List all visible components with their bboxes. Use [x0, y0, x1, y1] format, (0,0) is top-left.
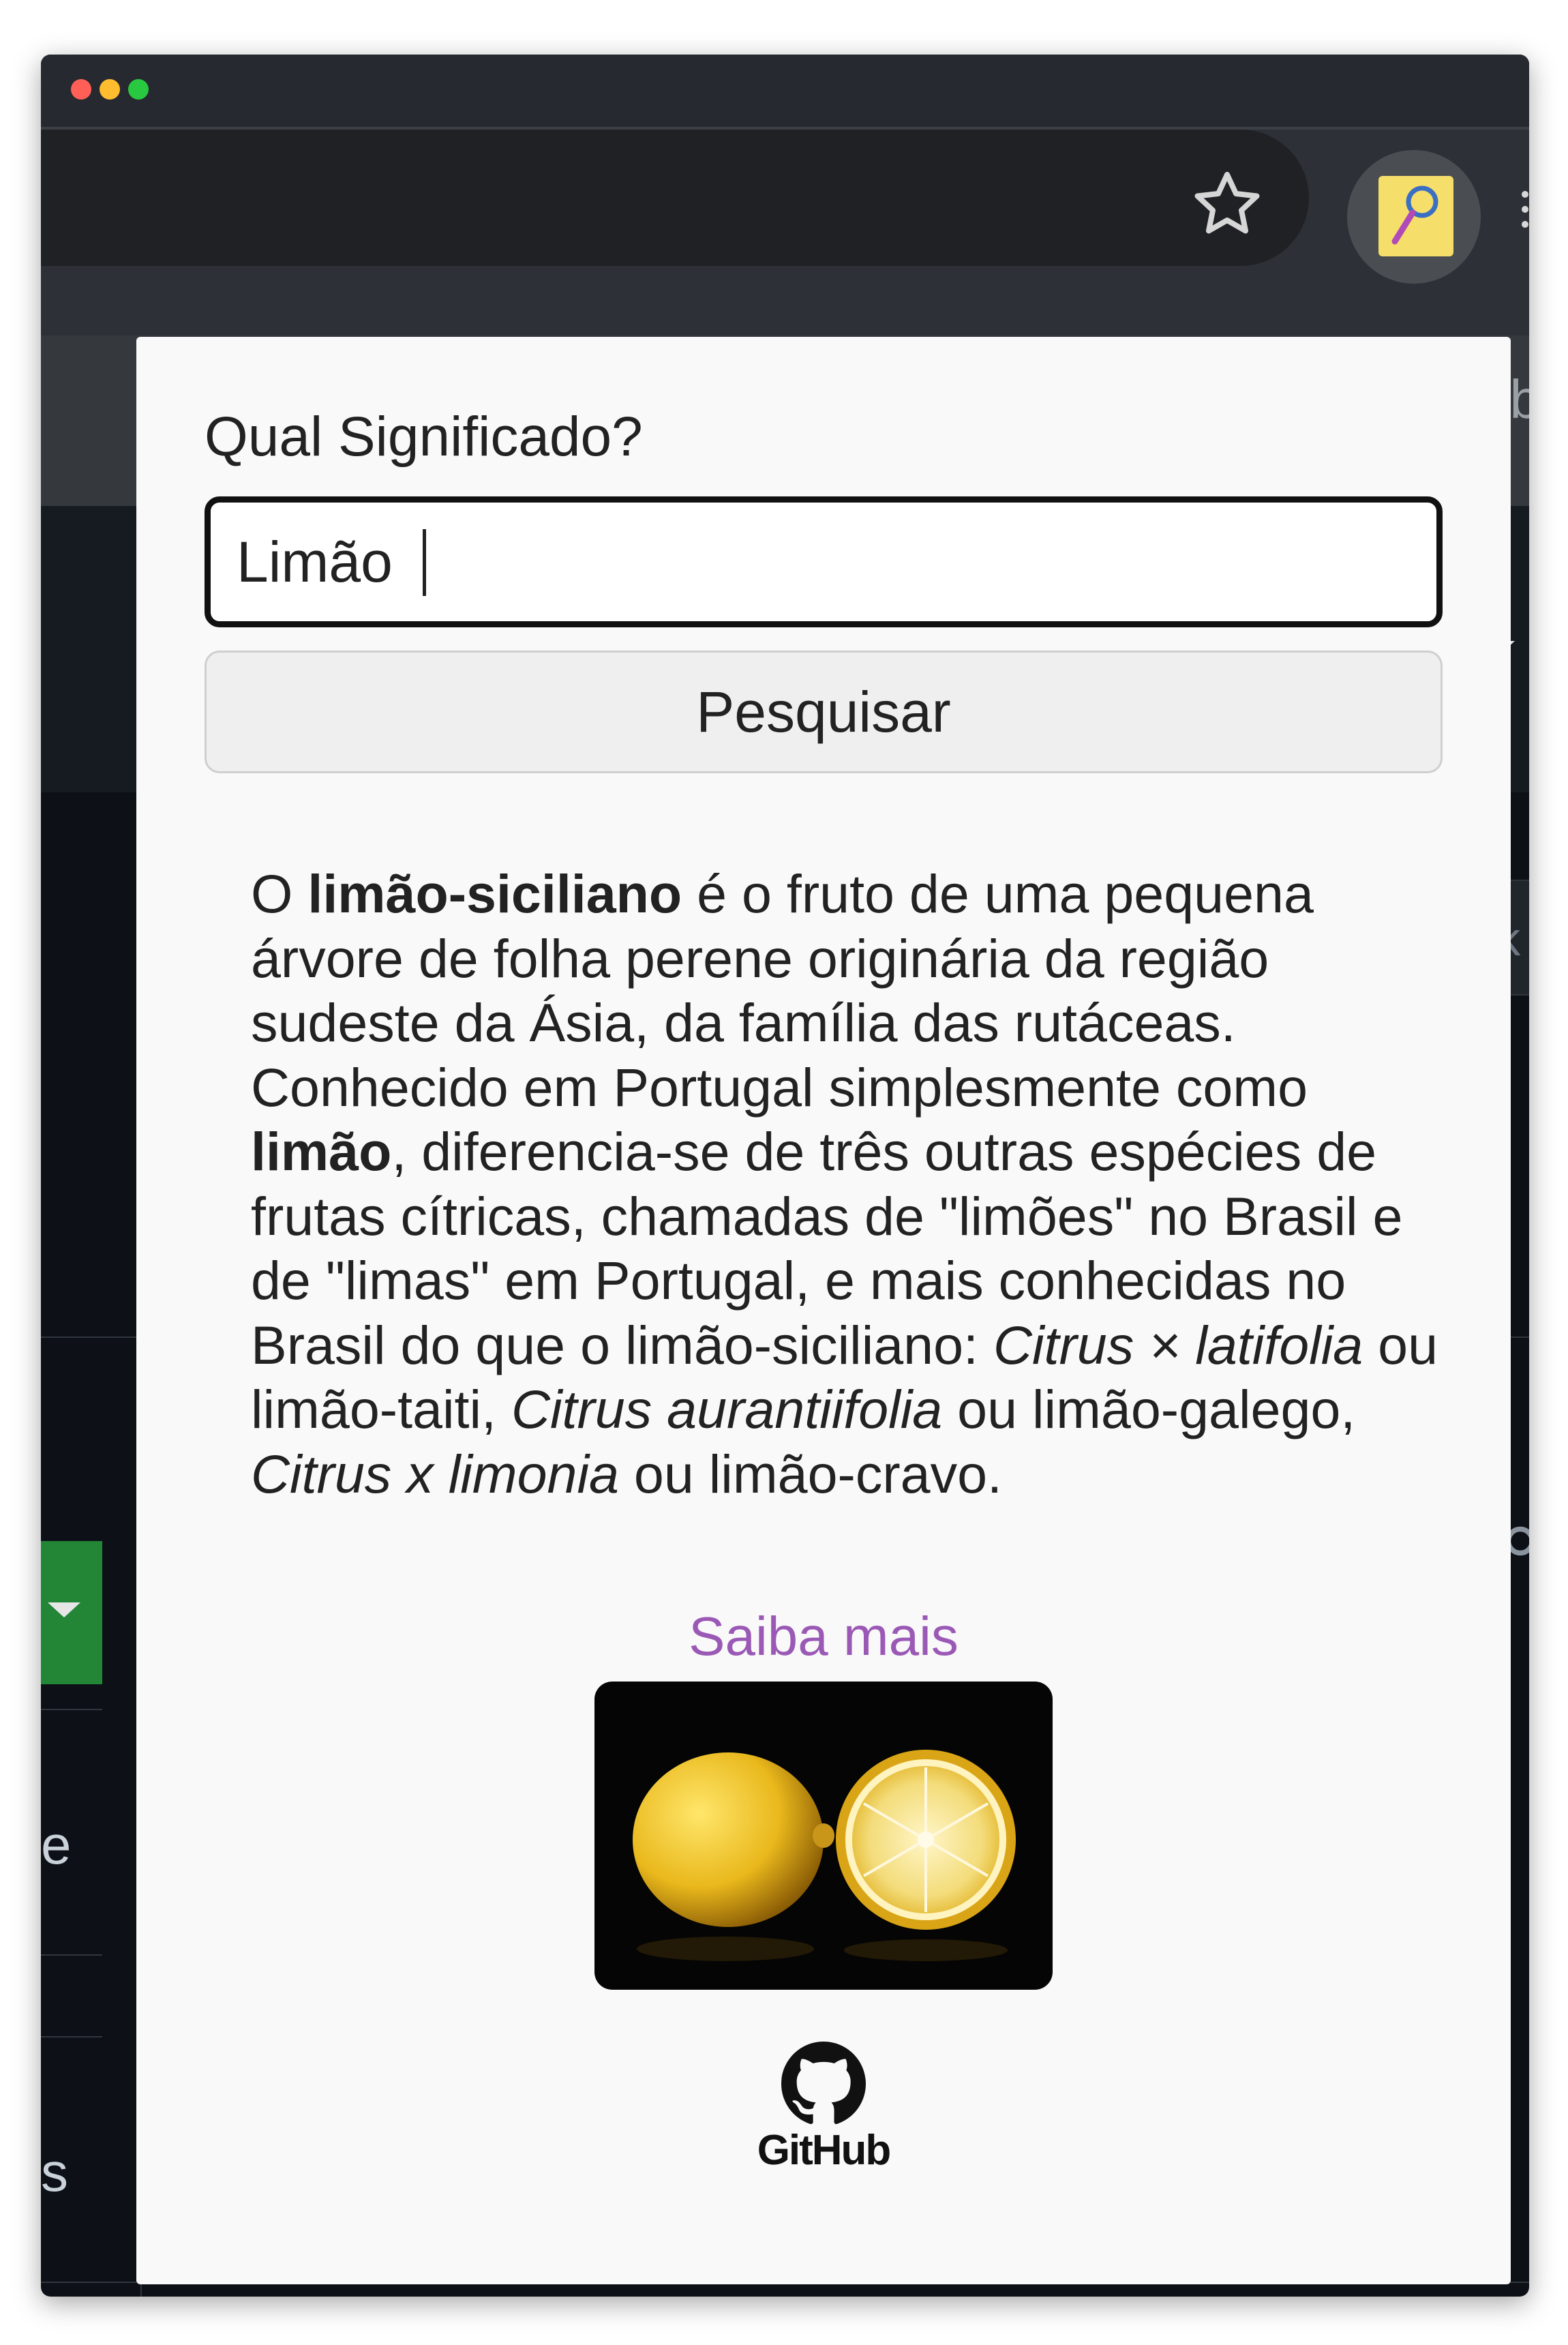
address-bar[interactable]: [41, 130, 1309, 266]
title-bar: [41, 55, 1529, 127]
chevron-down-icon[interactable]: [48, 1602, 80, 1617]
github-label: GitHub: [757, 2127, 892, 2174]
definition-term: limão-siciliano: [307, 863, 682, 924]
left-edge-text: s: [41, 2142, 68, 2202]
divider: [41, 2036, 102, 2037]
search-input[interactable]: [205, 496, 1443, 627]
definition-text: O limão-siciliano é o fruto de uma peque…: [251, 862, 1451, 1506]
extension-popup: Qual Significado? Pesquisar O limão-sici…: [136, 337, 1511, 2284]
species-name: Citrus x limonia: [251, 1443, 619, 1504]
left-edge-text: e: [41, 1814, 72, 1875]
dictionary-extension-icon[interactable]: [1378, 176, 1453, 256]
maximize-window-dot[interactable]: [128, 79, 149, 100]
divider: [41, 1709, 102, 1710]
species-name: Citrus aurantiifolia: [511, 1379, 943, 1439]
learn-more-link[interactable]: Saiba mais: [136, 1605, 1511, 1668]
lemon-image: [594, 1682, 1053, 1990]
more-vert-icon[interactable]: [1522, 188, 1529, 229]
minimize-window-dot[interactable]: [100, 79, 120, 100]
github-link[interactable]: GitHub: [749, 2042, 899, 2178]
definition-part: O: [251, 863, 308, 924]
divider: [41, 1954, 102, 1956]
text-cursor: [423, 529, 426, 596]
definition-term: limão: [251, 1121, 392, 1182]
close-window-dot[interactable]: [71, 79, 91, 100]
definition-part: ou limão-cravo.: [618, 1443, 1002, 1504]
definition-part: ou limão-galego,: [942, 1379, 1356, 1439]
search-button[interactable]: Pesquisar: [205, 651, 1443, 773]
species-name: Citrus × latifolia: [993, 1314, 1363, 1375]
github-icon: [781, 2042, 866, 2124]
star-icon[interactable]: [1186, 164, 1268, 245]
question-label: Qual Significado?: [205, 406, 643, 468]
browser-window: eb rk e s . Qual Significado? Pesquisar …: [41, 55, 1529, 2297]
